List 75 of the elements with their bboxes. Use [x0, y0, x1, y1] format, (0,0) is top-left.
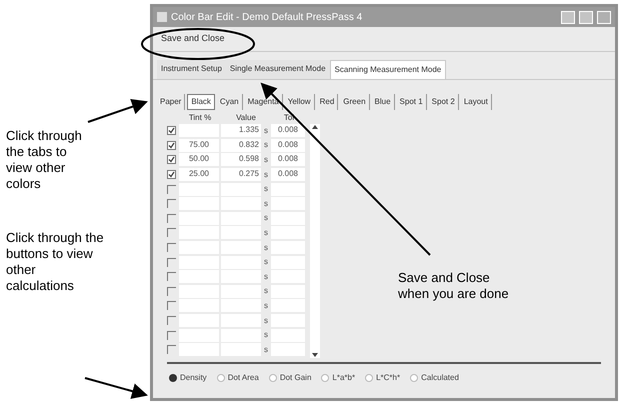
unit-label: s [263, 226, 269, 239]
annotation-text: Save and Close when you are done [398, 270, 510, 302]
table-cell: 50.00 [179, 153, 219, 166]
checkbox[interactable] [167, 301, 176, 310]
checkbox[interactable] [167, 199, 176, 208]
tab[interactable]: Instrument Setup [157, 60, 226, 78]
window-title: Color Bar Edit - Demo Default PressPass 4 [171, 10, 364, 24]
unit-label: s [263, 198, 269, 210]
unit-label: s [263, 212, 269, 224]
unit-label: s [263, 285, 269, 298]
unit-label: s [263, 300, 269, 312]
unit-label: s [263, 168, 269, 181]
column-header: Tint % [188, 112, 212, 124]
table-cell: 75.00 [179, 138, 219, 152]
radio-option[interactable]: Dot Gain [268, 372, 312, 384]
table-cell: 25.00 [179, 168, 219, 182]
unit-label: s [263, 139, 269, 152]
unit-label: s [263, 154, 269, 166]
checkbox[interactable] [167, 214, 176, 223]
tab[interactable]: Layout [460, 94, 492, 110]
tab[interactable]: Green [340, 94, 370, 110]
checkbox[interactable] [167, 345, 176, 354]
unit-label: s [263, 329, 269, 342]
tab[interactable]: Single Measurement Mode [226, 60, 330, 78]
tab[interactable]: Yellow [284, 94, 315, 110]
annotation-text: Click through the tabs to view other colors [6, 128, 83, 192]
table-cell: 1.335 [221, 124, 261, 138]
checkbox[interactable] [167, 316, 176, 326]
unit-label: s [263, 344, 269, 356]
unit-label: s [263, 270, 269, 283]
menu-item[interactable]: Save and Close [157, 30, 229, 48]
unit-label: s [263, 314, 269, 327]
checkbox[interactable] [167, 170, 176, 180]
checkbox[interactable] [167, 272, 176, 282]
scroll-up-icon[interactable] [310, 124, 320, 130]
table-cell: 0.598 [221, 153, 261, 166]
table-cell: 0.008 [271, 168, 305, 182]
radio-option[interactable]: Calculated [410, 372, 459, 384]
radio-option[interactable]: L*a*b* [321, 372, 356, 384]
checkbox[interactable] [167, 330, 176, 340]
tab[interactable]: Blue [372, 94, 395, 110]
table-cell: 0.275 [221, 168, 261, 182]
tab[interactable]: Scanning Measurement Mode [330, 60, 446, 78]
checkbox[interactable] [167, 126, 176, 136]
radio-option[interactable]: Dot Area [216, 372, 259, 384]
scrollbar[interactable] [310, 124, 320, 358]
table-cell: 0.008 [271, 153, 305, 166]
checkbox[interactable] [167, 184, 176, 194]
tab[interactable]: Red [316, 94, 338, 110]
table-cell: 0.008 [271, 138, 305, 152]
pointer-arrow [84, 377, 148, 399]
table-cell: 0.832 [221, 138, 261, 152]
unit-label: s [263, 124, 269, 137]
checkbox[interactable] [167, 228, 176, 238]
scroll-down-icon[interactable] [310, 352, 320, 358]
tab[interactable]: Black [187, 94, 215, 110]
annotation-text: Click through the buttons to view other calculations [6, 230, 105, 294]
unit-label: s [263, 183, 269, 196]
checkbox[interactable] [167, 140, 176, 150]
checkbox[interactable] [167, 258, 176, 267]
tab[interactable]: Paper [157, 94, 186, 110]
tab[interactable]: Cyan [216, 94, 243, 110]
unit-label: s [263, 256, 269, 268]
checkbox[interactable] [167, 155, 176, 164]
column-header: Value [235, 112, 257, 124]
pointer-arrow [88, 99, 148, 123]
checkbox[interactable] [167, 243, 176, 252]
table-cell: 0.008 [271, 124, 305, 138]
radio-option[interactable]: L*C*h* [365, 372, 400, 384]
tab[interactable]: Magenta [244, 94, 283, 110]
tab[interactable]: Spot 2 [428, 94, 459, 110]
checkbox[interactable] [167, 286, 176, 296]
radio-option[interactable]: Density [169, 372, 207, 384]
tab[interactable]: Spot 1 [396, 94, 427, 110]
unit-label: s [263, 242, 269, 254]
